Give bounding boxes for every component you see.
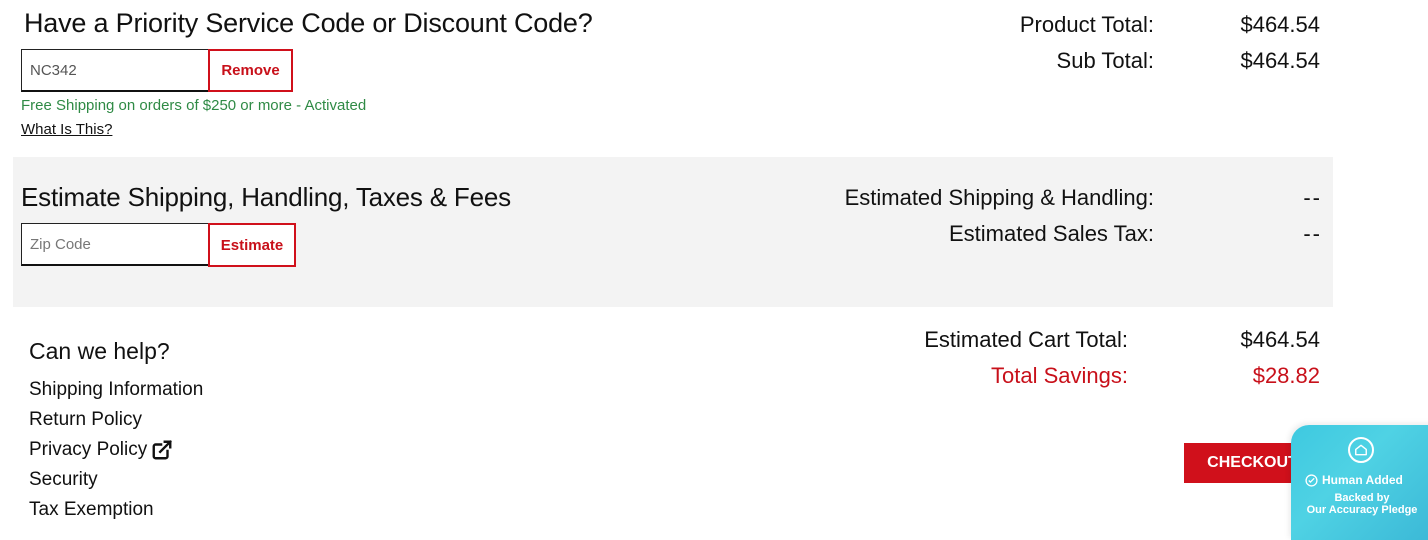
- product-total-label: Product Total:: [1019, 12, 1154, 37]
- estimated-shipping-label: Estimated Shipping & Handling:: [844, 185, 1154, 210]
- estimated-cart-total-value: $464.54: [1240, 327, 1320, 352]
- sub-total-label: Sub Total:: [1056, 48, 1154, 73]
- external-link-icon: [152, 440, 173, 460]
- promo-heading: Have a Priority Service Code or Discount…: [24, 8, 593, 38]
- estimate-button[interactable]: Estimate: [208, 223, 296, 267]
- free-shipping-activated-message: Free Shipping on orders of $250 or more …: [21, 97, 367, 114]
- estimated-cart-total-label: Estimated Cart Total:: [924, 327, 1128, 352]
- estimated-shipping-value: --: [1303, 185, 1322, 210]
- estimated-tax-label: Estimated Sales Tax:: [948, 221, 1154, 246]
- estimated-tax-value: --: [1303, 221, 1322, 246]
- promo-code-input[interactable]: [21, 49, 209, 92]
- remove-code-button[interactable]: Remove: [208, 49, 293, 92]
- badge-subtitle: Backed by Our Accuracy Pledge: [1297, 492, 1427, 516]
- badge-title-text: Human Added: [1322, 473, 1403, 487]
- estimate-heading: Estimate Shipping, Handling, Taxes & Fee…: [21, 182, 511, 212]
- tax-exemption-link[interactable]: Tax Exemption: [29, 499, 154, 521]
- help-heading: Can we help?: [29, 338, 170, 364]
- security-link[interactable]: Security: [29, 469, 98, 491]
- total-savings-label: Total Savings:: [991, 363, 1128, 388]
- privacy-policy-label: Privacy Policy: [29, 439, 148, 460]
- badge-subtitle-line1: Backed by: [1334, 492, 1390, 504]
- check-circle-icon: [1305, 473, 1318, 487]
- product-total-value: $464.54: [1240, 12, 1320, 37]
- return-policy-link[interactable]: Return Policy: [29, 409, 142, 431]
- shield-home-icon: [1348, 437, 1374, 463]
- total-savings-value: $28.82: [1252, 363, 1320, 388]
- badge-title: Human Added: [1305, 473, 1403, 487]
- what-is-this-link[interactable]: What Is This?: [21, 121, 112, 138]
- badge-subtitle-line2: Our Accuracy Pledge: [1306, 504, 1418, 516]
- zip-code-input[interactable]: [21, 223, 209, 266]
- sub-total-value: $464.54: [1240, 48, 1320, 73]
- privacy-policy-link[interactable]: Privacy Policy: [29, 439, 173, 461]
- shipping-information-link[interactable]: Shipping Information: [29, 379, 203, 401]
